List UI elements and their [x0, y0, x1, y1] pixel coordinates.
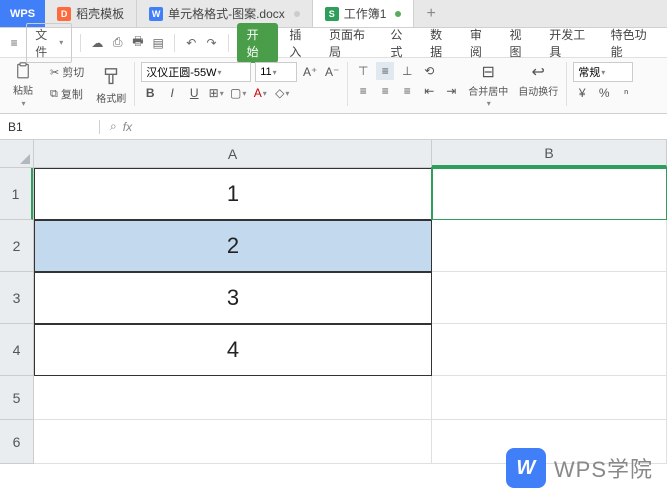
- align-bottom-icon[interactable]: ⊥: [398, 62, 416, 80]
- file-menu[interactable]: 文件▾: [26, 23, 72, 63]
- menu-dev-tools[interactable]: 开发工具: [542, 23, 599, 63]
- comma-icon[interactable]: ⁿ: [617, 84, 635, 102]
- cell-a5[interactable]: [34, 376, 432, 420]
- row-headers: 1 2 3 4 5 6: [0, 168, 34, 464]
- percent-icon[interactable]: %: [595, 84, 613, 102]
- cell-a3[interactable]: 3: [34, 272, 432, 324]
- quick-access-icon[interactable]: ▤: [150, 34, 166, 52]
- align-top-icon[interactable]: ⊤: [354, 62, 372, 80]
- tab-icon-word: W: [149, 7, 163, 21]
- paste-button[interactable]: 粘贴▾: [6, 62, 40, 108]
- menu-icon[interactable]: ≡: [6, 34, 22, 52]
- font-color-button[interactable]: A▾: [251, 84, 269, 102]
- tab-dot-modified: [395, 11, 401, 17]
- tab-icon-doke: D: [57, 7, 71, 21]
- font-name-select[interactable]: 汉仪正圆-55W▾: [141, 62, 251, 82]
- border-button[interactable]: ⊞▾: [207, 84, 225, 102]
- menu-insert[interactable]: 插入: [282, 23, 318, 63]
- cell-b1[interactable]: [432, 168, 667, 220]
- underline-button[interactable]: U: [185, 84, 203, 102]
- fx-icon[interactable]: fx: [123, 120, 132, 134]
- cell-a2[interactable]: 2: [34, 220, 432, 272]
- save-icon[interactable]: ☁: [89, 34, 105, 52]
- print-preview-icon[interactable]: ⎙: [109, 34, 125, 52]
- brush-icon: [100, 66, 122, 88]
- row-header-3[interactable]: 3: [0, 272, 33, 324]
- menu-bar: ≡ 文件▾ ☁ ⎙ 🖶 ▤ ↶ ↷ 开始 插入 页面布局 公式 数据 审阅 视图…: [0, 28, 667, 58]
- cell-a4[interactable]: 4: [34, 324, 432, 376]
- column-headers: A B: [34, 140, 667, 168]
- bold-button[interactable]: B: [141, 84, 159, 102]
- print-icon[interactable]: 🖶: [130, 34, 146, 52]
- watermark: W WPS学院: [506, 448, 653, 488]
- tab-dot: [294, 11, 300, 17]
- menu-page-layout[interactable]: 页面布局: [322, 23, 379, 63]
- wrap-icon: ↩: [532, 62, 545, 82]
- formula-bar: B1 ⌕ fx: [0, 114, 667, 140]
- col-header-a[interactable]: A: [34, 140, 432, 167]
- spreadsheet: A B 1 2 3 4 5 6 1 2 3 4: [0, 140, 667, 500]
- tab-label: 工作簿1: [344, 5, 387, 22]
- format-painter-button[interactable]: 格式刷: [94, 62, 128, 108]
- tab-label: 单元格格式-图案.docx: [168, 5, 285, 22]
- watermark-logo-icon: W: [506, 448, 546, 488]
- increase-font-icon[interactable]: A⁺: [301, 63, 319, 81]
- merge-icon: ⊟: [482, 62, 495, 82]
- row-header-1[interactable]: 1: [0, 168, 33, 220]
- cut-button[interactable]: ✂剪切: [46, 62, 88, 82]
- cell-b4[interactable]: [432, 324, 667, 376]
- lookup-icon[interactable]: ⌕: [110, 119, 117, 134]
- decrease-font-icon[interactable]: A⁻: [323, 63, 341, 81]
- select-all-corner[interactable]: [0, 140, 34, 168]
- cell-b3[interactable]: [432, 272, 667, 324]
- cell-b2[interactable]: [432, 220, 667, 272]
- scissors-icon: ✂: [50, 66, 59, 79]
- redo-icon[interactable]: ↷: [203, 34, 219, 52]
- undo-icon[interactable]: ↶: [183, 34, 199, 52]
- orientation-icon[interactable]: ⟲: [420, 62, 438, 80]
- fill-color-button[interactable]: ▢▾: [229, 84, 247, 102]
- cell-b5[interactable]: [432, 376, 667, 420]
- clear-format-button[interactable]: ◇▾: [273, 84, 291, 102]
- wrap-text-button[interactable]: ↩ 自动换行: [516, 62, 560, 98]
- row-header-2[interactable]: 2: [0, 220, 33, 272]
- currency-icon[interactable]: ¥: [573, 84, 591, 102]
- cell-a6[interactable]: [34, 420, 432, 464]
- align-center-icon[interactable]: ≡: [376, 82, 394, 100]
- menu-special[interactable]: 特色功能: [604, 23, 661, 63]
- menu-data[interactable]: 数据: [423, 23, 459, 63]
- watermark-text: WPS学院: [554, 452, 653, 484]
- tab-icon-sheet: S: [325, 7, 339, 21]
- merge-center-button[interactable]: ⊟ 合并居中▾: [466, 62, 510, 108]
- ribbon: 粘贴▾ ✂剪切 ⧉复制 格式刷 汉仪正圆-55W▾ 11▾ A⁺ A⁻ B I …: [0, 58, 667, 114]
- name-box[interactable]: B1: [0, 120, 100, 134]
- row-header-5[interactable]: 5: [0, 376, 33, 420]
- start-tab[interactable]: 开始: [237, 23, 279, 63]
- row-header-6[interactable]: 6: [0, 420, 33, 464]
- cells: 1 2 3 4: [34, 168, 667, 464]
- align-middle-icon[interactable]: ≡: [376, 62, 394, 80]
- cell-a1[interactable]: 1: [34, 168, 432, 220]
- italic-button[interactable]: I: [163, 84, 181, 102]
- tab-label: 稻壳模板: [76, 5, 124, 22]
- align-left-icon[interactable]: ≡: [354, 82, 372, 100]
- menu-formulas[interactable]: 公式: [383, 23, 419, 63]
- row-header-4[interactable]: 4: [0, 324, 33, 376]
- copy-icon: ⧉: [50, 88, 58, 101]
- indent-right-icon[interactable]: ⇥: [442, 82, 460, 100]
- clipboard-icon: [12, 62, 34, 80]
- copy-button[interactable]: ⧉复制: [46, 84, 88, 104]
- number-format-select[interactable]: 常规▾: [573, 62, 633, 82]
- menu-view[interactable]: 视图: [503, 23, 539, 63]
- font-size-select[interactable]: 11▾: [255, 62, 297, 82]
- indent-left-icon[interactable]: ⇤: [420, 82, 438, 100]
- align-right-icon[interactable]: ≡: [398, 82, 416, 100]
- col-header-b[interactable]: B: [432, 140, 667, 167]
- menu-review[interactable]: 审阅: [463, 23, 499, 63]
